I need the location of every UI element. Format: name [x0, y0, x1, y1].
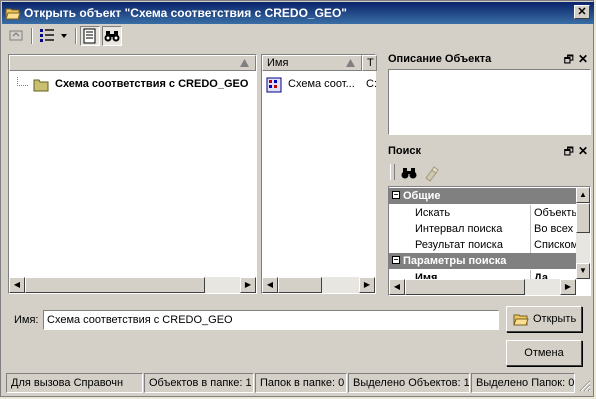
list-horizontal-scrollbar[interactable]: ◀ ▶	[262, 277, 375, 293]
list-item-type: С:	[366, 78, 376, 90]
scheme-grid-icon	[266, 77, 282, 93]
tree-horizontal-scrollbar[interactable]: ◀ ▶	[9, 277, 256, 293]
collapse-icon[interactable]: −	[392, 191, 400, 199]
category-label: Общие	[403, 190, 441, 202]
tree-line	[17, 77, 28, 86]
status-objects-in-folder: Объектов в папке: 1	[144, 373, 254, 393]
scroll-down-button[interactable]: ▼	[576, 263, 590, 279]
search-panel-title: Поиск	[388, 145, 422, 157]
open-folder-icon	[513, 314, 529, 326]
description-toggle-button[interactable]	[80, 26, 100, 46]
status-selected-folders: Выделено Папок: 0	[471, 373, 575, 393]
open-button[interactable]: Открыть	[506, 306, 582, 332]
scroll-right-button[interactable]: ▶	[359, 277, 375, 293]
search-toolbar	[388, 162, 591, 184]
eraser-icon[interactable]	[422, 164, 440, 182]
property-name: Искать	[415, 207, 451, 219]
property-name: Интервал поиска	[415, 223, 503, 235]
title-bar[interactable]: Открыть объект "Схема соответствия с CRE…	[2, 2, 594, 24]
property-value[interactable]: Объекты	[530, 205, 576, 221]
description-panel-title: Описание Объекта	[388, 53, 492, 65]
scroll-right-button[interactable]: ▶	[560, 279, 576, 295]
cancel-button-label: Отмена	[524, 347, 564, 359]
description-content	[388, 69, 591, 135]
toolbar-grip	[390, 164, 395, 180]
collapse-icon[interactable]: −	[392, 256, 400, 264]
search-toggle-button[interactable]	[102, 26, 122, 46]
float-window-icon[interactable]: 🗗	[564, 51, 574, 69]
scroll-left-button[interactable]: ◀	[9, 277, 25, 293]
folder-up-button[interactable]	[7, 26, 29, 46]
close-button[interactable]: ✕	[574, 5, 590, 19]
property-row[interactable]: Искать Объекты	[389, 205, 576, 221]
column-header-label: Имя	[267, 57, 289, 69]
list-item[interactable]: Схема соот... С:	[266, 77, 376, 93]
column-header-label: Т	[367, 57, 374, 69]
property-value[interactable]: Во всех п	[530, 221, 576, 237]
scroll-left-button[interactable]: ◀	[262, 277, 278, 293]
scroll-thumb[interactable]	[405, 279, 525, 295]
scroll-left-button[interactable]: ◀	[389, 279, 405, 295]
dialog-window: Открыть объект "Схема соответствия с CRE…	[0, 0, 594, 397]
sort-up-icon	[346, 59, 355, 67]
view-mode-dropdown[interactable]	[37, 26, 71, 46]
list-view-icon	[40, 29, 67, 42]
category-label: Параметры поиска	[403, 255, 507, 267]
search-panel-header: Поиск 🗗 ✕	[386, 142, 592, 160]
toolbar-separator	[31, 28, 33, 44]
property-name: Результат поиска	[415, 239, 503, 251]
toolbar	[3, 26, 593, 48]
category-row-general[interactable]: − Общие	[389, 188, 576, 204]
binoculars-icon	[104, 31, 120, 42]
status-folders-in-folder: Папок в папке: 0	[255, 373, 347, 393]
document-icon	[83, 28, 96, 44]
scroll-thumb[interactable]	[576, 203, 590, 233]
grid-horizontal-scrollbar[interactable]: ◀ ▶	[389, 279, 576, 295]
name-label: Имя:	[14, 314, 39, 326]
binoculars-icon[interactable]	[400, 164, 418, 182]
resize-grip-icon[interactable]	[577, 378, 591, 392]
tree-item-label: Схема соответствия с CREDO_GEO	[55, 78, 249, 90]
status-help: Для вызова Справочн	[6, 373, 143, 393]
name-input[interactable]	[43, 310, 499, 330]
open-button-label: Открыть	[533, 313, 577, 325]
open-folder-icon	[5, 8, 21, 20]
object-list-panel[interactable]: Имя Т Схема соот... С: ◀ ▶	[261, 54, 377, 294]
category-row-search-params[interactable]: − Параметры поиска	[389, 253, 576, 269]
float-window-icon[interactable]: 🗗	[564, 143, 574, 161]
folder-up-icon	[9, 30, 23, 41]
toolbar-separator	[75, 28, 77, 44]
property-row[interactable]: Интервал поиска Во всех п	[389, 221, 576, 237]
scroll-thumb[interactable]	[278, 277, 322, 293]
cancel-button[interactable]: Отмена	[506, 340, 582, 366]
status-selected-objects: Выделено Объектов: 1	[348, 373, 470, 393]
grid-vertical-scrollbar[interactable]: ▲ ▼	[576, 187, 590, 279]
column-header-type[interactable]: Т	[362, 55, 377, 71]
description-close-icon[interactable]: ✕	[578, 50, 588, 68]
column-header-name[interactable]: Имя	[262, 55, 362, 71]
property-value[interactable]: Списком	[530, 237, 576, 253]
list-item-name: Схема соот...	[288, 78, 355, 90]
scroll-up-button[interactable]: ▲	[576, 187, 590, 203]
tree-header[interactable]	[9, 55, 256, 71]
search-close-icon[interactable]: ✕	[578, 142, 588, 160]
scroll-right-button[interactable]: ▶	[240, 277, 256, 293]
folder-tree-panel[interactable]: Схема соответствия с CREDO_GEO ◀ ▶	[8, 54, 257, 294]
description-panel-header: Описание Объекта 🗗 ✕	[386, 50, 592, 68]
window-title: Открыть объект "Схема соответствия с CRE…	[24, 6, 347, 20]
sort-up-icon	[240, 59, 249, 67]
property-row[interactable]: Результат поиска Списком	[389, 237, 576, 253]
search-property-grid[interactable]: − Общие Искать Объекты Интервал поиска В…	[388, 186, 591, 296]
folder-icon	[33, 79, 49, 92]
scroll-thumb[interactable]	[25, 277, 205, 293]
